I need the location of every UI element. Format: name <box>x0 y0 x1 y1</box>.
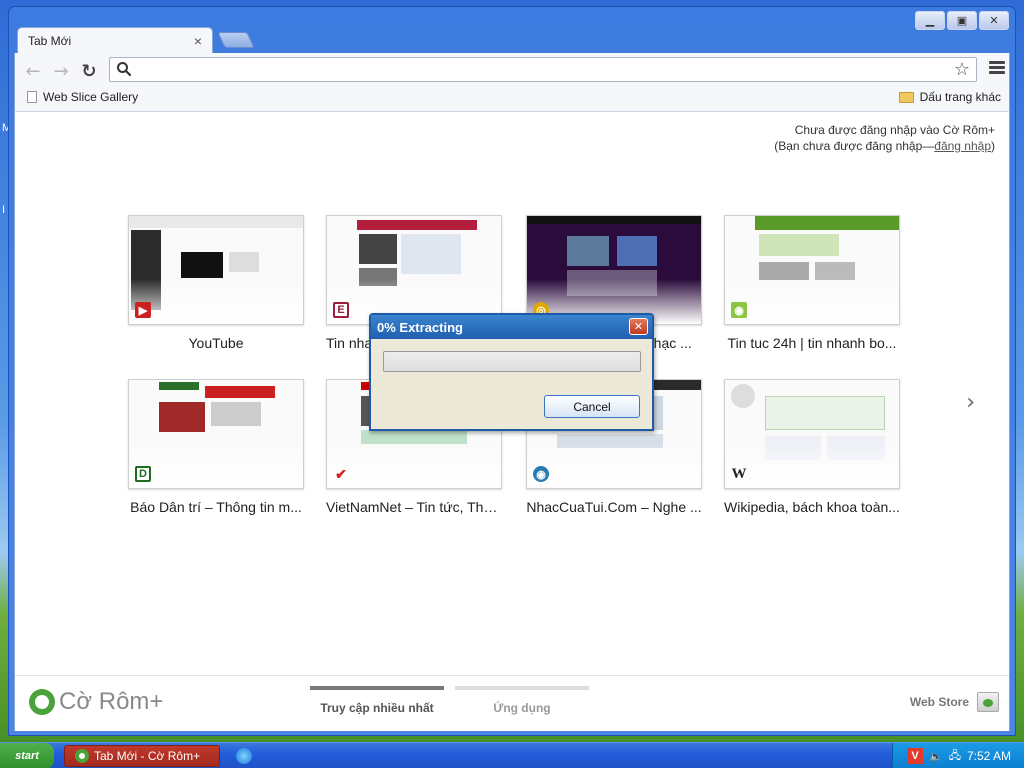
close-window-button[interactable]: ✕ <box>979 11 1009 30</box>
tile-title: YouTube <box>188 335 244 351</box>
desktop-mark-2: I <box>2 204 6 216</box>
bookmark-web-slice-gallery[interactable]: Web Slice Gallery <box>27 90 138 104</box>
tab-close-icon[interactable]: × <box>194 33 202 49</box>
coc-coc-logo-icon <box>29 689 55 715</box>
tab-most-visited[interactable]: Truy cập nhiều nhất <box>310 686 444 715</box>
tile-thumbnail: ◉ <box>724 215 900 325</box>
page-icon <box>27 91 37 103</box>
ntp-footer: Cờ Rôm+ Truy cập nhiều nhất Ứng dụng Web… <box>15 675 1009 731</box>
forward-button[interactable]: → <box>49 59 73 83</box>
youtube-icon: ▶ <box>135 302 151 318</box>
folder-icon <box>898 91 914 103</box>
tile-thumbnail: E <box>326 215 502 325</box>
start-button[interactable]: start <box>0 743 54 768</box>
wikipedia-icon: W <box>731 465 747 482</box>
tile-wikipedia[interactable]: W Wikipedia, bách khoa toàn... <box>724 379 900 515</box>
back-button[interactable]: ← <box>21 59 45 83</box>
quick-launch-icon[interactable] <box>236 748 252 764</box>
speaker-icon[interactable]: 🔈 <box>929 750 943 763</box>
taskbar: start Tab Mới - Cờ Rôm+ V 🔈 🖧 7:52 AM <box>0 742 1024 768</box>
tile-thumbnail: D <box>128 379 304 489</box>
tile-24h[interactable]: ◉ Tin tuc 24h | tin nhanh bo... <box>724 215 900 351</box>
cancel-button[interactable]: Cancel <box>544 395 640 418</box>
menu-icon[interactable] <box>989 61 1005 76</box>
search-icon <box>117 62 132 77</box>
other-bookmarks[interactable]: Dấu trang khác <box>898 90 1001 104</box>
taskbar-item-label: Tab Mới - Cờ Rôm+ <box>94 749 201 763</box>
bookmarks-bar: Web Slice Gallery Dấu trang khác <box>15 87 1009 109</box>
tile-dan-tri[interactable]: D Báo Dân trí – Thông tin m... <box>128 379 304 515</box>
tile-thumbnail: ◎ <box>526 215 702 325</box>
star-icon[interactable]: ☆ <box>954 59 970 80</box>
logo-text: Cờ Rôm+ <box>59 688 164 715</box>
window-controls: ▁ ▣ ✕ <box>915 11 1009 30</box>
other-bookmarks-label: Dấu trang khác <box>919 90 1001 104</box>
vietnamnet-icon: ✔ <box>335 465 347 482</box>
tile-title: Wikipedia, bách khoa toàn... <box>724 499 900 515</box>
network-icon[interactable]: 🖧 <box>949 747 961 766</box>
signin-line-2: (Bạn chưa được đăng nhập—đăng nhập) <box>774 139 995 153</box>
signin-notice: Chưa được đăng nhập vào Cờ Rôm+ (Bạn chư… <box>774 122 995 154</box>
signin-link[interactable]: đăng nhập <box>934 139 991 153</box>
logo: Cờ Rôm+ <box>29 688 163 716</box>
dan-tri-icon: D <box>135 466 151 482</box>
dialog-close-icon[interactable]: ✕ <box>629 318 648 335</box>
tile-title: Tin tuc 24h | tin nhanh bo... <box>727 335 897 351</box>
antivirus-icon[interactable]: V <box>907 748 923 764</box>
system-tray: V 🔈 🖧 7:52 AM <box>892 743 1024 768</box>
minimize-button[interactable]: ▁ <box>915 11 945 30</box>
tile-thumbnail: W <box>724 379 900 489</box>
tab-new-tab[interactable]: Tab Mới × <box>17 27 213 53</box>
tile-title: Báo Dân trí – Thông tin m... <box>130 499 302 515</box>
maximize-button[interactable]: ▣ <box>947 11 977 30</box>
bookmark-label: Web Slice Gallery <box>43 90 139 104</box>
tab-title: Tab Mới <box>28 33 72 48</box>
omnibox-input[interactable] <box>136 60 936 79</box>
24h-icon: ◉ <box>731 302 747 318</box>
coc-coc-icon <box>75 749 89 763</box>
tab-apps[interactable]: Ứng dụng <box>455 686 589 715</box>
extract-dialog: 0% Extracting ✕ Cancel <box>369 313 654 431</box>
tile-title: VietNamNet – Tin tức, Thời... <box>326 499 502 515</box>
signin-line-1: Chưa được đăng nhập vào Cờ Rôm+ <box>794 123 995 137</box>
next-page-chevron-icon[interactable]: › <box>966 390 975 415</box>
reload-button[interactable]: ↻ <box>77 59 101 83</box>
tile-thumbnail: ▶ <box>128 215 304 325</box>
tile-title: NhacCuaTui.Com – Nghe ... <box>526 499 702 515</box>
web-store-link[interactable]: Web Store <box>910 692 999 712</box>
taskbar-item-browser[interactable]: Tab Mới - Cờ Rôm+ <box>64 745 220 767</box>
new-tab-button[interactable] <box>217 32 255 48</box>
nhaccuatui-icon: ◉ <box>533 466 549 482</box>
omnibox[interactable]: ☆ <box>109 57 977 82</box>
toolbar: ← → ↻ ☆ Web Slice Gallery Dấu trang khác <box>14 53 1010 111</box>
tile-youtube[interactable]: ▶ YouTube <box>128 215 304 351</box>
dialog-title: 0% Extracting <box>371 315 652 339</box>
vnexpress-icon: E <box>333 302 349 318</box>
web-store-icon <box>977 692 999 712</box>
clock: 7:52 AM <box>966 749 1011 763</box>
extract-progress-bar <box>383 351 641 372</box>
